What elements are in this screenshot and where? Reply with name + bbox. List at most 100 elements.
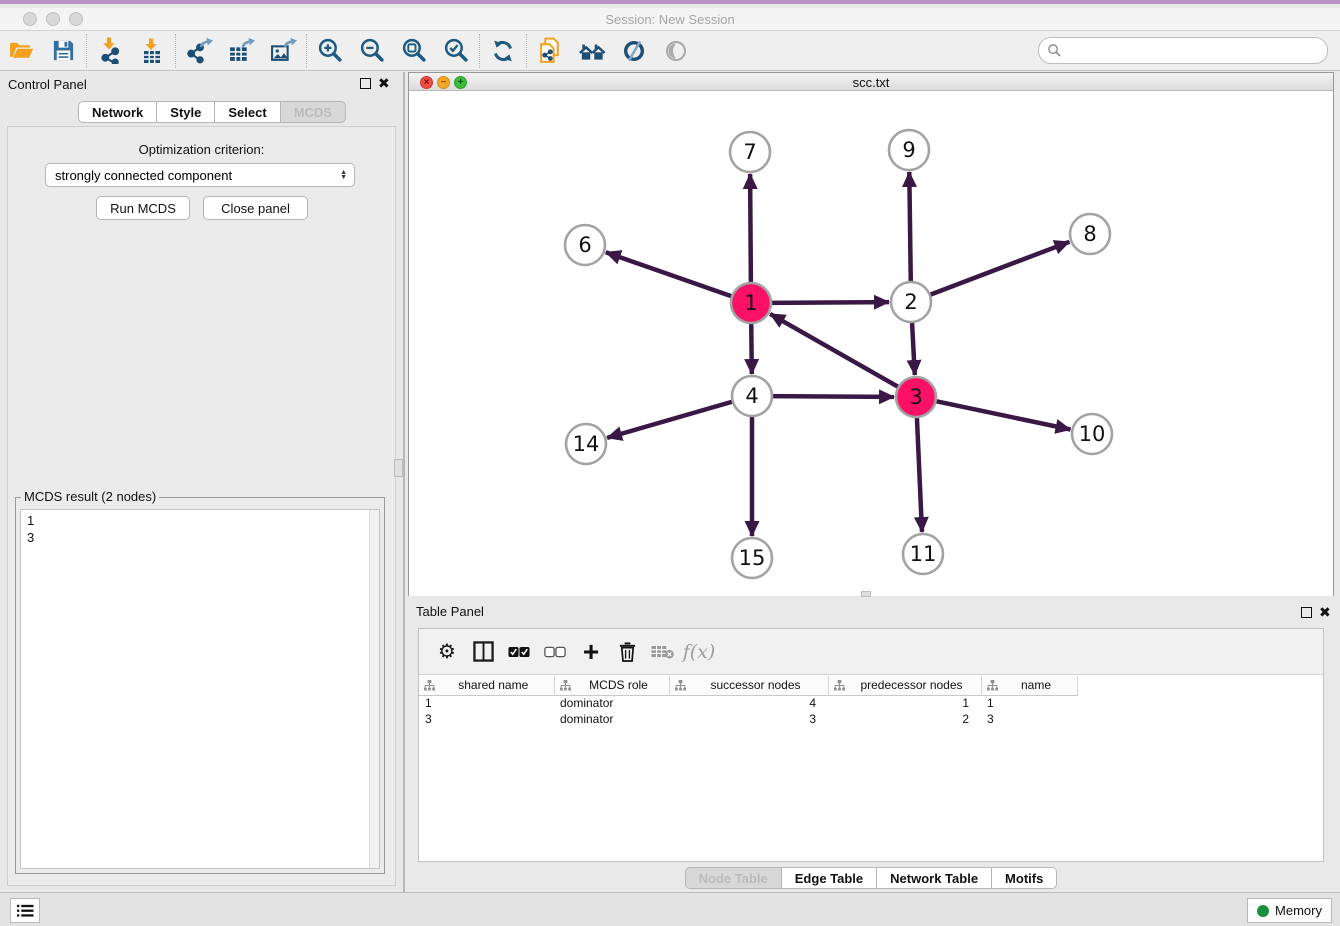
column-header-name[interactable]: name <box>981 676 1077 695</box>
clone-network-icon[interactable] <box>529 33 571 69</box>
graph-node-label: 7 <box>743 140 756 164</box>
export-network-icon[interactable] <box>178 33 220 69</box>
tab-select[interactable]: Select <box>215 101 280 123</box>
graph-node-label: 1 <box>744 291 757 315</box>
graph-edge-1-7[interactable] <box>750 174 751 285</box>
column-flow-icon <box>987 680 998 691</box>
app-titlebar: Session: New Session <box>0 8 1340 31</box>
table-cell[interactable]: 3 <box>419 711 554 727</box>
houses-icon[interactable] <box>571 33 613 69</box>
tab-style[interactable]: Style <box>157 101 215 123</box>
network-canvas[interactable]: 7968124314101511 <box>409 92 1333 596</box>
graph-node-label: 11 <box>910 542 937 566</box>
vertical-splitter[interactable] <box>403 72 405 894</box>
open-session-icon[interactable] <box>0 33 42 69</box>
graph-edge-2-3[interactable] <box>912 320 915 375</box>
graph-edge-4-3[interactable] <box>770 396 894 397</box>
close-panel-button[interactable]: Close panel <box>203 196 308 220</box>
tab-network[interactable]: Network <box>78 101 157 123</box>
tab-node-table[interactable]: Node Table <box>685 867 782 889</box>
refresh-icon[interactable] <box>482 33 524 69</box>
run-mcds-button[interactable]: Run MCDS <box>96 196 190 220</box>
criterion-select[interactable]: strongly connected component ▲▼ <box>45 163 355 187</box>
column-header-successor-nodes[interactable]: successor nodes <box>669 676 828 695</box>
split-columns-icon[interactable] <box>465 634 501 670</box>
export-table-icon[interactable] <box>220 33 262 69</box>
tab-network-table[interactable]: Network Table <box>877 867 992 889</box>
graph-node-label: 4 <box>745 384 758 408</box>
table-cell[interactable]: 3 <box>981 711 1077 727</box>
search-input[interactable] <box>1062 43 1327 58</box>
graph-edge-3-1[interactable] <box>770 314 900 388</box>
graph-edge-2-9[interactable] <box>909 172 911 284</box>
table-cell[interactable]: 1 <box>828 695 981 711</box>
mcds-result-box: MCDS result (2 nodes) 1 3 <box>15 497 385 874</box>
network-window-titlebar[interactable]: × − + scc.txt <box>409 73 1333 91</box>
column-flow-icon <box>560 680 571 691</box>
tab-edge-table[interactable]: Edge Table <box>782 867 877 889</box>
table-cell[interactable]: 1 <box>981 695 1077 711</box>
import-table-icon[interactable] <box>131 33 173 69</box>
table-row[interactable]: 3dominator323 <box>419 711 1077 727</box>
splitter-grip[interactable] <box>861 591 871 597</box>
close-panel-icon[interactable]: ✖ <box>378 75 390 92</box>
zoom-fit-icon[interactable] <box>393 33 435 69</box>
float-panel-icon[interactable] <box>1301 607 1312 618</box>
checked-boxes-icon[interactable] <box>501 634 537 670</box>
graph-edge-2-8[interactable] <box>928 242 1070 296</box>
eye-icon[interactable] <box>655 33 697 69</box>
zoom-selected-icon[interactable] <box>435 33 477 69</box>
select-stepper-icon: ▲▼ <box>340 170 354 180</box>
scrollbar[interactable] <box>369 510 379 868</box>
task-manager-button[interactable] <box>10 898 40 923</box>
unchecked-boxes-icon[interactable] <box>537 634 573 670</box>
trash-icon[interactable] <box>609 634 645 670</box>
table-cell[interactable]: 4 <box>669 695 828 711</box>
gear-icon[interactable]: ⚙ <box>429 634 465 670</box>
graph-node-label: 3 <box>909 385 922 409</box>
float-panel-icon[interactable] <box>360 78 371 89</box>
add-row-icon[interactable]: + <box>573 634 609 670</box>
table-row[interactable]: 1dominator411 <box>419 695 1077 711</box>
delete-table-icon[interactable] <box>645 634 681 670</box>
table-cell[interactable]: dominator <box>554 711 669 727</box>
toolbar-separator <box>175 34 176 68</box>
splitter-grip[interactable] <box>394 459 403 477</box>
close-panel-icon[interactable]: ✖ <box>1319 604 1331 621</box>
function-icon[interactable]: f(x) <box>681 634 717 670</box>
column-header-predecessor-nodes[interactable]: predecessor nodes <box>828 676 981 695</box>
graph-edge-1-2[interactable] <box>769 302 889 303</box>
memory-button[interactable]: Memory <box>1247 898 1332 923</box>
app-title: Session: New Session <box>0 12 1340 27</box>
graph-edge-4-14[interactable] <box>607 401 735 438</box>
column-header-MCDS-role[interactable]: MCDS role <box>554 676 669 695</box>
graph-node-label: 10 <box>1079 422 1106 446</box>
graph-edge-1-4[interactable] <box>751 321 752 374</box>
graph-edge-3-10[interactable] <box>934 401 1071 430</box>
control-panel: Control Panel ✖ NetworkStyleSelectMCDS O… <box>0 72 404 894</box>
export-image-icon[interactable] <box>262 33 304 69</box>
table-cell[interactable]: 3 <box>669 711 828 727</box>
node-table-body: 1dominator4113dominator323 <box>419 695 1077 727</box>
zoom-in-icon[interactable] <box>309 33 351 69</box>
column-flow-icon <box>424 680 435 691</box>
tab-mcds[interactable]: MCDS <box>281 101 346 123</box>
table-cell[interactable]: 2 <box>828 711 981 727</box>
save-session-icon[interactable] <box>42 33 84 69</box>
network-window-title: scc.txt <box>409 75 1333 90</box>
mcds-panel: Optimization criterion: strongly connect… <box>7 126 396 886</box>
table-cell[interactable]: 1 <box>419 695 554 711</box>
control-panel-title: Control Panel <box>8 77 87 92</box>
graph-edge-3-11[interactable] <box>917 415 922 532</box>
mcds-result-title: MCDS result (2 nodes) <box>21 489 159 504</box>
mcds-result-area[interactable]: 1 3 <box>20 509 380 869</box>
graphics-details-icon[interactable] <box>613 33 655 69</box>
zoom-out-icon[interactable] <box>351 33 393 69</box>
criterion-value: strongly connected component <box>46 168 340 183</box>
import-network-icon[interactable] <box>89 33 131 69</box>
graph-edge-1-6[interactable] <box>606 252 734 297</box>
table-cell[interactable]: dominator <box>554 695 669 711</box>
mcds-result-text: 1 3 <box>21 510 379 546</box>
tab-motifs[interactable]: Motifs <box>992 867 1057 889</box>
column-header-shared-name[interactable]: shared name <box>419 676 554 695</box>
